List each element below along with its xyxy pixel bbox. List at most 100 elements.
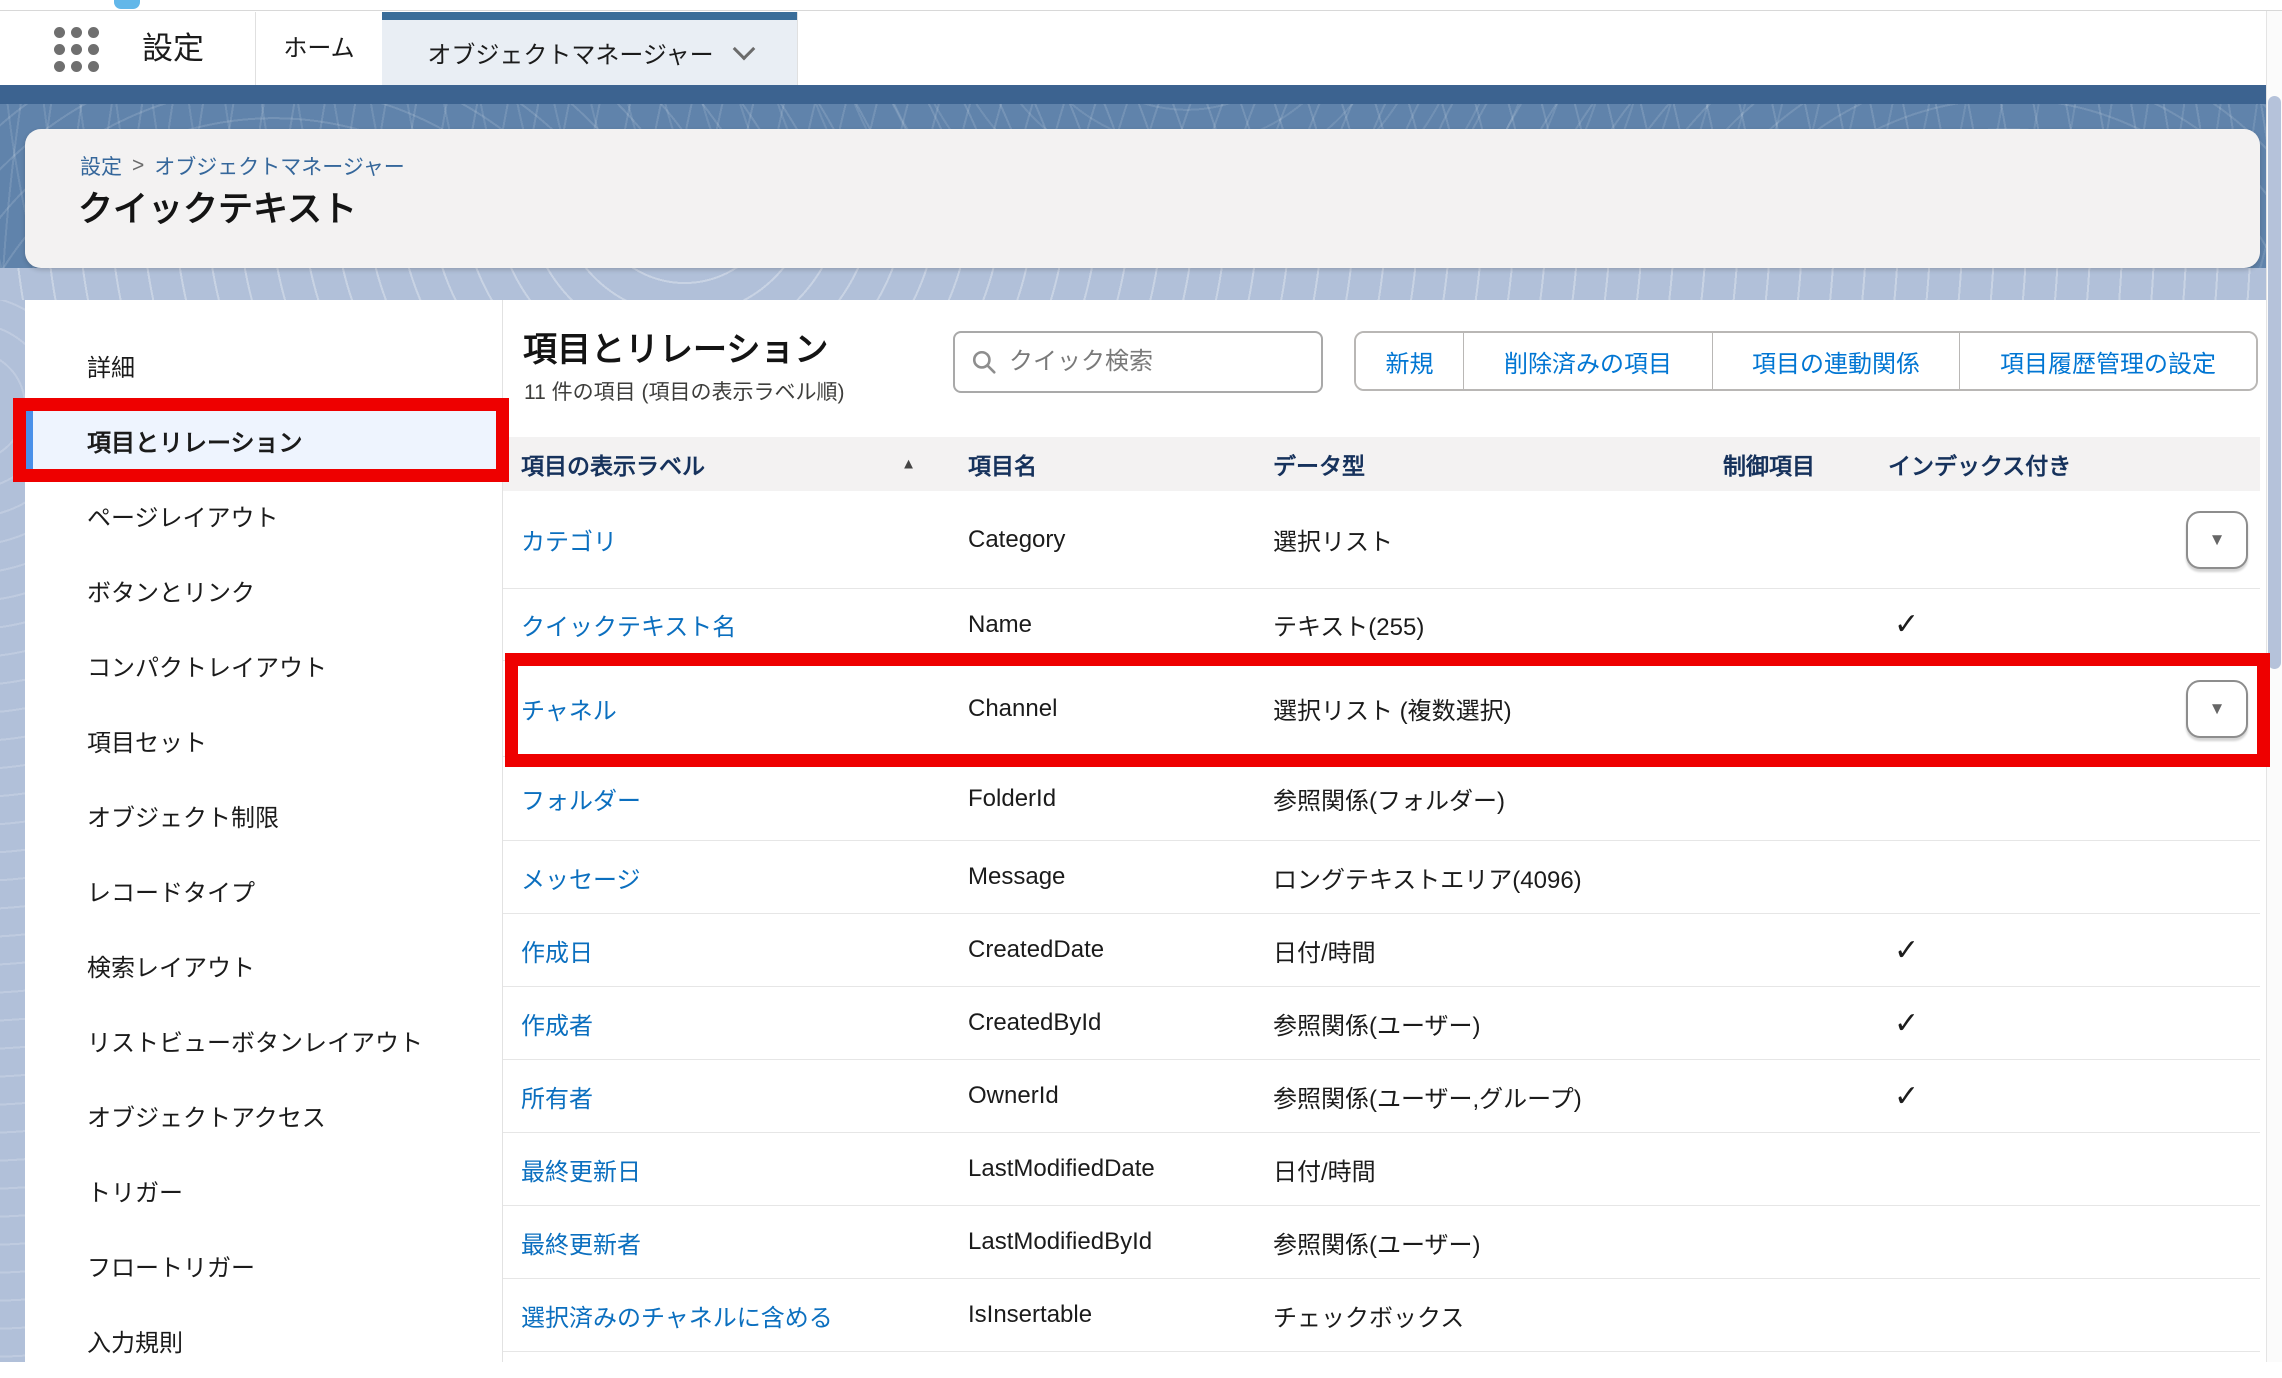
breadcrumb-setup-link[interactable]: 設定	[80, 151, 122, 181]
field-name-cell: Category	[950, 526, 1255, 554]
column-header-indexed[interactable]: インデックス付き	[1870, 447, 2130, 481]
active-tab-indicator	[382, 12, 797, 20]
page-scrollbar-track[interactable]	[2266, 11, 2282, 1362]
sidebar-item-label: オブジェクトアクセス	[87, 1098, 326, 1133]
field-label-link[interactable]: チャネル	[503, 691, 950, 726]
data-type-cell: 参照関係(ユーザー,グループ)	[1255, 1079, 1705, 1114]
setup-app-label: 設定	[142, 12, 204, 85]
tab-home[interactable]: ホーム	[256, 12, 382, 85]
sidebar-item[interactable]: ボタンとリンク	[25, 553, 502, 628]
tab-object-manager-label: オブジェクトマネージャー	[427, 35, 713, 70]
sidebar-item-label: 項目セット	[87, 723, 207, 758]
table-row: 選択済みのチャネルに含めるIsInsertableチェックボックス	[503, 1279, 2260, 1352]
object-header-card: 設定 > オブジェクトマネージャー クイックテキスト	[25, 129, 2260, 268]
data-type-cell: 参照関係(ユーザー)	[1255, 1225, 1705, 1260]
sidebar-item-label: コンパクトレイアウト	[87, 648, 327, 683]
sidebar-item-label: 詳細	[87, 348, 135, 383]
field-label-link[interactable]: カテゴリ	[503, 522, 950, 557]
sidebar-item-label: 項目とリレーション	[87, 423, 303, 458]
sidebar-item[interactable]: コンパクトレイアウト	[25, 628, 502, 703]
app-launcher-waffle-icon[interactable]	[54, 27, 99, 72]
data-type-cell: 選択リスト	[1255, 522, 1705, 557]
field-name-cell: LastModifiedById	[950, 1228, 1255, 1256]
table-row: チャネルChannel選択リスト (複数選択)▼	[503, 661, 2260, 757]
sidebar-item[interactable]: 入力規則	[25, 1303, 502, 1378]
sidebar-item[interactable]: リストビューボタンレイアウト	[25, 1003, 502, 1078]
page-scrollbar-thumb[interactable]	[2268, 96, 2281, 669]
column-header-field-label[interactable]: 項目の表示ラベル ▲	[503, 447, 950, 481]
sidebar-item-label: トリガー	[87, 1173, 183, 1208]
field-name-cell: IsInsertable	[950, 1301, 1255, 1329]
fields-panel: 項目とリレーション 11 件の項目 (項目の表示ラベル順) 新規削除済みの項目項…	[503, 300, 2260, 1362]
field-history-tracking-button[interactable]: 項目履歴管理の設定	[1959, 333, 2256, 389]
table-row: クイックテキスト名Nameテキスト(255)✓	[503, 589, 2260, 661]
field-label-link[interactable]: 所有者	[503, 1079, 950, 1114]
object-manager-content-card: 詳細項目とリレーションページレイアウトボタンとリンクコンパクトレイアウト項目セッ…	[25, 300, 2260, 1362]
field-label-link[interactable]: 選択済みのチャネルに含める	[503, 1298, 950, 1333]
table-row: 所有者OwnerId参照関係(ユーザー,グループ) ✓	[503, 1060, 2260, 1133]
table-header-row: 項目の表示ラベル ▲ 項目名 データ型 制御項目 インデックス付き	[503, 437, 2260, 491]
sidebar-item[interactable]: 検索レイアウト	[25, 928, 502, 1003]
favicon-fragment-icon	[114, 0, 140, 9]
field-name-cell: OwnerId	[950, 1082, 1255, 1110]
setup-header-dark-band	[0, 85, 2282, 104]
sidebar-item-label: 検索レイアウト	[87, 948, 255, 983]
nav-divider	[797, 12, 798, 85]
data-type-cell: 選択リスト (複数選択)	[1255, 691, 1705, 726]
sidebar-item[interactable]: 詳細	[25, 328, 502, 403]
quick-find-box	[953, 331, 1323, 393]
field-dependencies-button[interactable]: 項目の連動関係	[1712, 333, 1959, 389]
sidebar-item[interactable]: レコードタイプ	[25, 853, 502, 928]
table-row: カテゴリCategory選択リスト ▼	[503, 491, 2260, 589]
sidebar-item[interactable]: オブジェクト制限	[25, 778, 502, 853]
table-row: 最終更新日LastModifiedDate日付/時間	[503, 1133, 2260, 1206]
breadcrumb-separator: >	[132, 154, 144, 178]
setup-header-light-band	[0, 268, 2282, 300]
new-button[interactable]: 新規	[1356, 333, 1463, 389]
section-item-count: 11 件の項目 (項目の表示ラベル順)	[524, 376, 844, 406]
table-actions: 新規削除済みの項目項目の連動関係項目履歴管理の設定	[1354, 331, 2258, 391]
field-label-link[interactable]: クイックテキスト名	[503, 607, 950, 642]
global-nav: 設定 ホーム オブジェクトマネージャー	[0, 12, 2282, 85]
row-action-cell: ▼	[2130, 511, 2260, 569]
section-title: 項目とリレーション	[523, 322, 828, 371]
field-name-cell: CreatedById	[950, 1009, 1255, 1037]
tab-object-manager[interactable]: オブジェクトマネージャー	[382, 12, 797, 85]
data-type-cell: テキスト(255)	[1255, 607, 1705, 642]
data-type-cell: 日付/時間	[1255, 933, 1705, 968]
sidebar-item[interactable]: トリガー	[25, 1153, 502, 1228]
indexed-check-icon: ✓	[1870, 933, 2130, 968]
sidebar-item[interactable]: 項目セット	[25, 703, 502, 778]
sidebar-item[interactable]: ページレイアウト	[25, 478, 502, 553]
field-label-link[interactable]: 最終更新者	[503, 1225, 950, 1260]
row-menu-button[interactable]: ▼	[2186, 680, 2248, 738]
column-header-data-type[interactable]: データ型	[1255, 447, 1705, 481]
sidebar-item[interactable]: フロートリガー	[25, 1228, 502, 1303]
sidebar-item-label: フロートリガー	[87, 1248, 255, 1283]
field-label-link[interactable]: フォルダー	[503, 781, 950, 816]
column-header-field-name[interactable]: 項目名	[950, 447, 1255, 481]
table-body: カテゴリCategory選択リスト ▼ クイックテキスト名Nameテキスト(255)…	[503, 491, 2260, 1352]
table-row: 最終更新者LastModifiedById参照関係(ユーザー)	[503, 1206, 2260, 1279]
breadcrumb-object-manager-link[interactable]: オブジェクトマネージャー	[154, 151, 405, 181]
indexed-check-icon: ✓	[1870, 1079, 2130, 1114]
column-header-controlling-field[interactable]: 制御項目	[1705, 447, 1870, 481]
field-name-cell: FolderId	[950, 785, 1255, 813]
field-name-cell: Message	[950, 863, 1255, 891]
page-left-margin-strip	[0, 300, 25, 1362]
quick-find-input[interactable]	[1009, 348, 1289, 376]
sidebar-item-label: ページレイアウト	[87, 498, 279, 533]
row-menu-button[interactable]: ▼	[2186, 511, 2248, 569]
sidebar-item[interactable]: オブジェクトアクセス	[25, 1078, 502, 1153]
table-row: 作成者CreatedById参照関係(ユーザー)✓	[503, 987, 2260, 1060]
search-icon	[971, 349, 997, 375]
sidebar-item[interactable]: 項目とリレーション	[25, 403, 502, 478]
deleted-fields-button[interactable]: 削除済みの項目	[1463, 333, 1712, 389]
sidebar-nav: 詳細項目とリレーションページレイアウトボタンとリンクコンパクトレイアウト項目セッ…	[25, 300, 503, 1362]
field-label-link[interactable]: 最終更新日	[503, 1152, 950, 1187]
field-label-link[interactable]: メッセージ	[503, 860, 950, 895]
field-label-link[interactable]: 作成日	[503, 933, 950, 968]
field-label-link[interactable]: 作成者	[503, 1006, 950, 1041]
data-type-cell: 参照関係(フォルダー)	[1255, 781, 1705, 816]
field-name-cell: CreatedDate	[950, 936, 1255, 964]
